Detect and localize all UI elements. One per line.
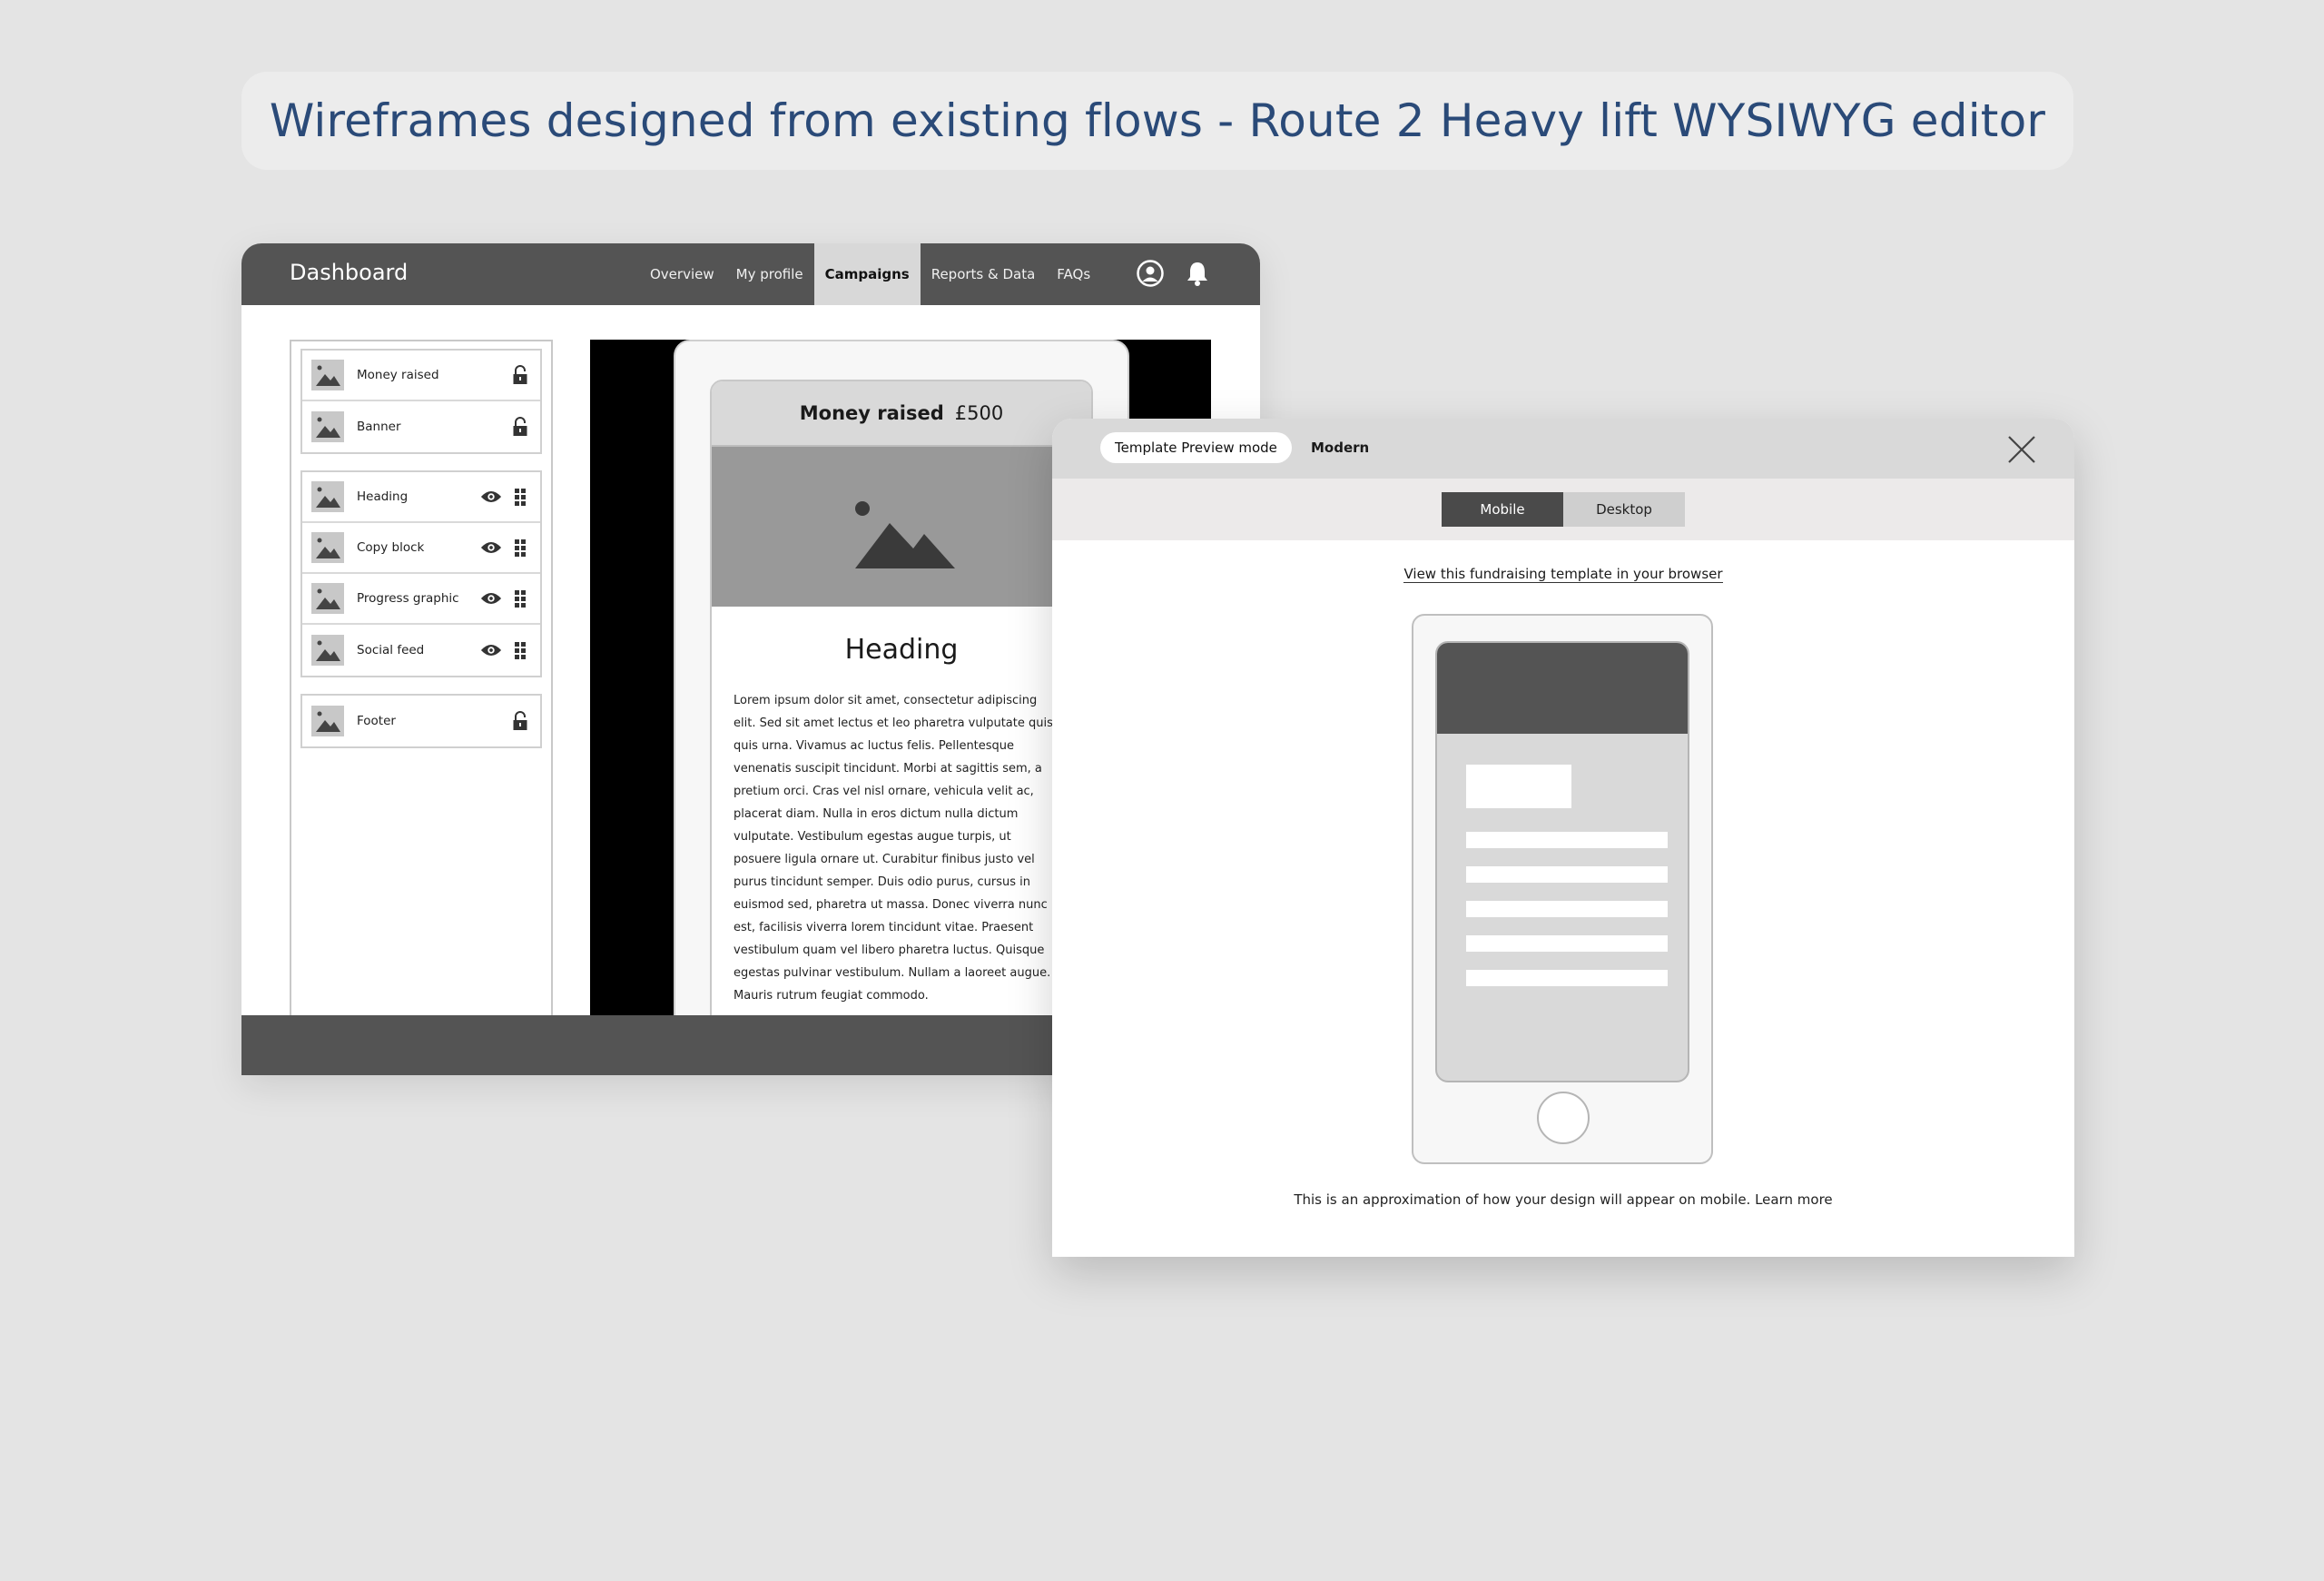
copy-line: Mauris rutrum feugiat commodo. [734, 989, 929, 1003]
preview-copy-block[interactable]: Lorem ipsum dolor sit amet, consectetur … [712, 689, 1091, 1007]
nav-my-profile[interactable]: My profile [725, 243, 814, 305]
page-title: Wireframes designed from existing flows … [269, 94, 2046, 147]
copy-line: vestibulum quam vel libero pharetra luct… [734, 944, 1045, 957]
block-item[interactable]: Social feed [302, 625, 540, 676]
top-nav-bar: Dashboard Overview My profile Campaigns … [241, 243, 1260, 305]
mobile-mockup [1412, 614, 1713, 1164]
close-icon[interactable] [2005, 433, 2038, 466]
block-item[interactable]: Footer [302, 696, 540, 746]
learn-more-link[interactable]: Learn more [1755, 1191, 1833, 1208]
block-group-locked-bottom: Footer [300, 694, 542, 748]
bell-icon[interactable] [1182, 258, 1213, 289]
block-label: Banner [357, 420, 401, 434]
eye-icon[interactable] [480, 537, 502, 558]
banner-image[interactable] [712, 447, 1091, 607]
copy-line: est, facilisis viverra lorem tincidunt v… [734, 921, 1034, 934]
nav-overview[interactable]: Overview [639, 243, 725, 305]
block-item[interactable]: Heading [302, 472, 540, 523]
copy-line: Lorem ipsum dolor sit amet, consectetur … [734, 694, 1038, 707]
money-raised-block[interactable]: Money raised £500 [712, 381, 1091, 447]
copy-line: venenatis suscipit tincidunt. Morbi at s… [734, 762, 1042, 776]
copy-line: purus tincidunt semper. Duis odio purus,… [734, 875, 1031, 889]
lock-icon [509, 416, 531, 438]
block-label: Progress graphic [357, 591, 459, 606]
block-item[interactable]: Money raised [302, 351, 540, 401]
eye-icon[interactable] [480, 639, 502, 661]
copy-line: quis urna. Vivamus ac luctus felis. Pell… [734, 739, 1015, 753]
nav-links: Overview My profile Campaigns Reports & … [639, 243, 1101, 305]
page-title-banner: Wireframes designed from existing flows … [241, 72, 2073, 170]
drag-handle-icon[interactable] [509, 537, 531, 558]
block-item[interactable]: Banner [302, 401, 540, 452]
block-group-locked-top: Money raised Banner [300, 349, 542, 454]
lock-icon [509, 710, 531, 732]
mockup-text-line [1466, 832, 1668, 848]
dashboard-title: Dashboard [290, 260, 409, 285]
mockup-text-line [1466, 866, 1668, 883]
block-label: Heading [357, 489, 409, 504]
image-thumbnail-icon [311, 532, 344, 563]
nav-campaigns[interactable]: Campaigns [813, 243, 921, 305]
template-preview-modal: Template Preview mode Modern Mobile Desk… [1052, 419, 2074, 1257]
block-group-editable: Heading Copy block Progress graphic Soci… [300, 470, 542, 677]
drag-handle-icon[interactable] [509, 588, 531, 609]
eye-icon[interactable] [480, 588, 502, 609]
image-thumbnail-icon [311, 481, 344, 512]
copy-line: egestas pulvinar vestibulum. Nullam a la… [734, 966, 1051, 980]
block-label: Money raised [357, 368, 439, 382]
copy-line: posuere ligula ornare ut. Curabitur fini… [734, 853, 1035, 866]
image-placeholder-icon [855, 501, 955, 568]
modal-header: Template Preview mode Modern [1052, 419, 2074, 479]
home-button-icon [1537, 1092, 1590, 1144]
eye-icon[interactable] [480, 486, 502, 508]
mockup-heading-box [1466, 765, 1571, 808]
preview-card: Money raised £500 Heading Lorem ipsum do… [710, 380, 1093, 1075]
preview-heading[interactable]: Heading [712, 634, 1091, 666]
image-thumbnail-icon [311, 635, 344, 666]
preview-mode-badge: Template Preview mode [1100, 432, 1292, 463]
image-thumbnail-icon [311, 411, 344, 442]
view-in-browser-link[interactable]: View this fundraising template in your b… [1403, 566, 1723, 583]
mockup-text-line [1466, 935, 1668, 952]
mobile-approximation-note: This is an approximation of how your des… [1052, 1191, 2074, 1208]
block-sidebar: Money raised Banner Heading Copy block P… [290, 340, 553, 1075]
image-thumbnail-icon [311, 706, 344, 736]
mockup-text-line [1466, 901, 1668, 917]
nav-faqs[interactable]: FAQs [1046, 243, 1101, 305]
copy-line: placerat diam. Nulla in eros dictum null… [734, 807, 1019, 821]
user-circle-icon[interactable] [1135, 258, 1166, 289]
block-label: Copy block [357, 540, 425, 555]
device-toggle-row: Mobile Desktop [1052, 479, 2074, 540]
lock-icon [509, 364, 531, 386]
image-thumbnail-icon [311, 360, 344, 390]
copy-line: vulputate. Vestibulum egestas augue turp… [734, 830, 1011, 844]
nav-reports-data[interactable]: Reports & Data [921, 243, 1047, 305]
copy-line: pretium orci. Cras vel nisl ornare, vehi… [734, 785, 1034, 798]
block-label: Footer [357, 714, 396, 728]
mobile-mockup-screen [1435, 641, 1689, 1082]
tab-desktop[interactable]: Desktop [1563, 492, 1685, 527]
money-raised-value: £500 [954, 402, 1004, 424]
money-raised-label: Money raised [799, 402, 944, 424]
mockup-text-line [1466, 970, 1668, 986]
approximation-text: This is an approximation of how your des… [1294, 1191, 1751, 1208]
template-name: Modern [1311, 440, 1370, 456]
block-item[interactable]: Progress graphic [302, 574, 540, 625]
drag-handle-icon[interactable] [509, 639, 531, 661]
block-item[interactable]: Copy block [302, 523, 540, 574]
mockup-header [1437, 643, 1688, 734]
view-in-browser-row: View this fundraising template in your b… [1052, 566, 2074, 583]
copy-line: elit. Sed sit amet lectus et leo pharetr… [734, 716, 1053, 730]
image-thumbnail-icon [311, 583, 344, 614]
tab-mobile[interactable]: Mobile [1442, 492, 1563, 527]
nav-icons [1135, 258, 1213, 289]
copy-line: euismod sed, pharetra ut massa. Donec vi… [734, 898, 1048, 912]
block-label: Social feed [357, 643, 425, 657]
drag-handle-icon[interactable] [509, 486, 531, 508]
